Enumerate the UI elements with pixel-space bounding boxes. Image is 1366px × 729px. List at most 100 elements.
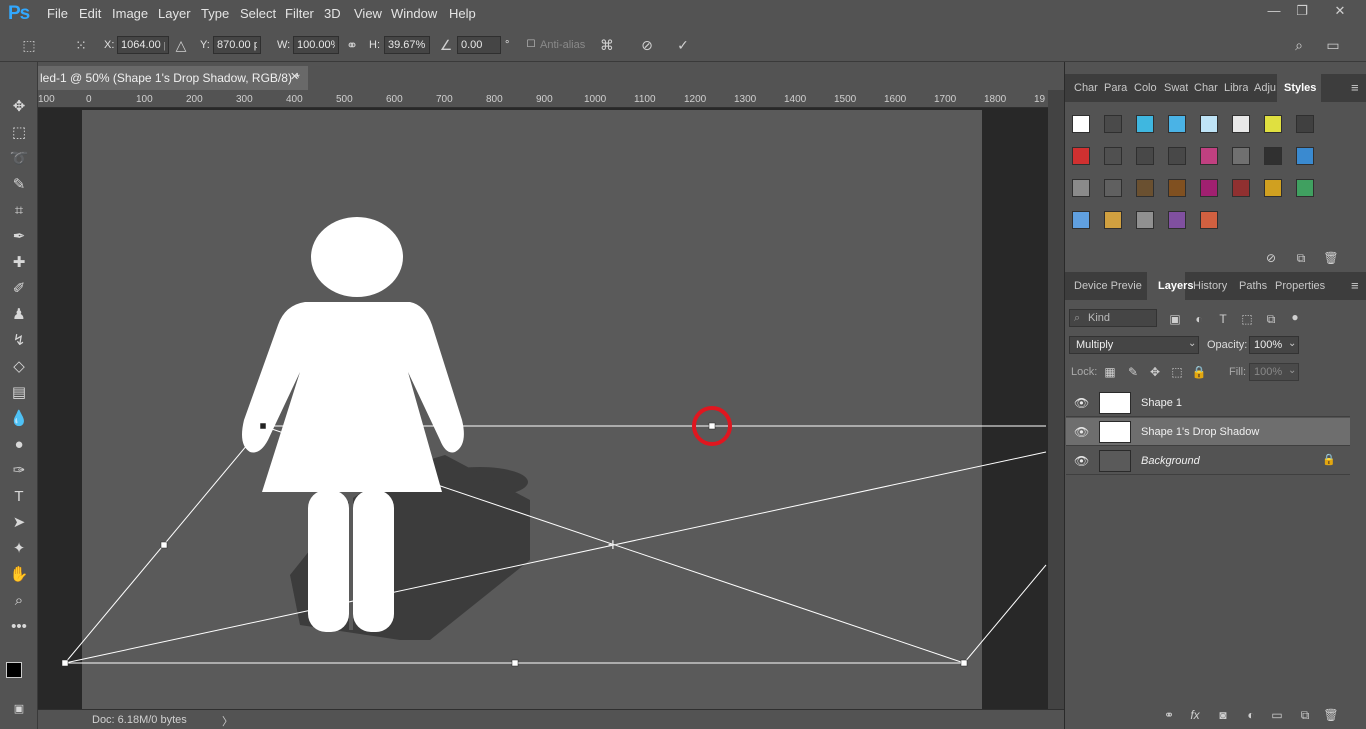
layer-thumbnail: [1099, 450, 1131, 472]
lock-all-icon[interactable]: 🔒: [1191, 364, 1207, 380]
layers-panel-menu-icon[interactable]: ≡: [1351, 278, 1359, 293]
new-adjustment-icon[interactable]: ◐: [1243, 707, 1259, 723]
adjustment-filter-icon[interactable]: ◐: [1191, 311, 1207, 327]
filter-toggle-icon[interactable]: ●: [1287, 309, 1303, 325]
style-swatch[interactable]: [1264, 147, 1282, 165]
fx-icon[interactable]: fx: [1187, 707, 1203, 723]
blend-mode-select[interactable]: Multiply ⌄: [1069, 336, 1199, 354]
style-swatch[interactable]: [1072, 147, 1090, 165]
new-layer-icon[interactable]: ⧉: [1297, 707, 1313, 723]
reference-point-icon: ✛: [608, 538, 618, 552]
style-swatch[interactable]: [1072, 179, 1090, 197]
new-style-icon[interactable]: ⧉: [1293, 250, 1309, 266]
opacity-value: 100%: [1254, 339, 1283, 351]
layer-name: Background: [1141, 455, 1200, 467]
tab-libraries[interactable]: Libra: [1224, 82, 1248, 94]
fill-label: Fill:: [1229, 366, 1247, 378]
visibility-eye-icon[interactable]: 👁: [1074, 396, 1089, 410]
tab-adjustments[interactable]: Adju: [1254, 82, 1278, 94]
vertical-scrollbar[interactable]: [1048, 90, 1064, 710]
lock-label: Lock:: [1071, 366, 1098, 378]
tab-layers[interactable]: Layers: [1158, 280, 1193, 292]
style-swatch[interactable]: [1136, 179, 1154, 197]
style-swatch[interactable]: [1104, 115, 1122, 133]
lock-artboard-icon[interactable]: ⬚: [1169, 364, 1185, 380]
tab-color[interactable]: Colo: [1134, 82, 1158, 94]
type-filter-icon[interactable]: T: [1215, 311, 1231, 327]
tab-swatches[interactable]: Swat: [1164, 82, 1188, 94]
kind-label: Kind: [1088, 312, 1111, 324]
style-swatch[interactable]: [1200, 179, 1218, 197]
style-swatch[interactable]: [1200, 115, 1218, 133]
clear-style-icon[interactable]: ⊘: [1263, 250, 1279, 266]
style-swatch[interactable]: [1072, 211, 1090, 229]
shape-filter-icon[interactable]: ⬚: [1239, 311, 1255, 327]
style-swatch[interactable]: [1168, 211, 1186, 229]
style-swatch[interactable]: [1200, 147, 1218, 165]
layer-name: Shape 1: [1141, 397, 1182, 409]
opacity-label: Opacity:: [1207, 339, 1248, 351]
style-swatch[interactable]: [1200, 211, 1218, 229]
delete-layer-icon[interactable]: 🗑: [1323, 707, 1339, 723]
link-layers-icon[interactable]: ⚭: [1161, 707, 1177, 723]
fill-value: 100%: [1254, 366, 1283, 378]
style-swatch[interactable]: [1232, 179, 1250, 197]
styles-panel-tabs: Char Para Colo Swat Char Libra Adju Styl…: [1065, 74, 1366, 102]
style-swatch[interactable]: [1136, 147, 1154, 165]
tab-styles[interactable]: Styles: [1284, 82, 1320, 94]
delete-style-icon[interactable]: 🗑: [1323, 250, 1339, 266]
layers-panel-tabs: Device Previe Layers History Paths Prope…: [1065, 272, 1366, 300]
tab-character[interactable]: Char: [1074, 82, 1098, 94]
transform-box[interactable]: [64, 425, 1047, 664]
style-swatch[interactable]: [1232, 147, 1250, 165]
opacity-chevron-icon: ⌄: [1288, 338, 1297, 349]
style-swatch[interactable]: [1104, 211, 1122, 229]
new-group-icon[interactable]: ▭: [1269, 707, 1285, 723]
style-swatch[interactable]: [1168, 179, 1186, 197]
style-swatch[interactable]: [1232, 115, 1250, 133]
add-mask-icon[interactable]: ◙: [1215, 707, 1231, 723]
tab-paths[interactable]: Paths: [1239, 280, 1267, 292]
layer-name: Shape 1's Drop Shadow: [1141, 426, 1260, 438]
opacity-field[interactable]: 100% ⌄: [1249, 336, 1299, 354]
tab-properties[interactable]: Properties: [1275, 280, 1325, 292]
status-bar: Doc: 6.18M/0 bytes 〉: [38, 709, 1064, 729]
lock-image-icon[interactable]: ✎: [1125, 364, 1141, 380]
document-status: Doc: 6.18M/0 bytes: [92, 714, 187, 726]
style-swatch[interactable]: [1296, 147, 1314, 165]
pixel-filter-icon[interactable]: ▣: [1167, 311, 1183, 327]
fill-chevron-icon: ⌄: [1288, 365, 1297, 376]
style-swatch[interactable]: [1296, 179, 1314, 197]
layer-row-background[interactable]: 👁 Background 🔒: [1066, 447, 1350, 475]
style-swatch[interactable]: [1296, 115, 1314, 133]
style-swatch[interactable]: [1104, 147, 1122, 165]
chevron-down-icon: ⌄: [1188, 338, 1197, 349]
panel-menu-icon[interactable]: ≡: [1351, 80, 1359, 95]
style-swatch[interactable]: [1072, 115, 1090, 133]
layer-row-shape1[interactable]: 👁 Shape 1: [1066, 389, 1350, 417]
kind-search-icon: ⌕: [1074, 312, 1081, 324]
tab-character-styles[interactable]: Char: [1194, 82, 1218, 94]
style-swatch[interactable]: [1264, 179, 1282, 197]
kind-filter-select[interactable]: ⌕ Kind: [1069, 309, 1157, 327]
style-swatch[interactable]: [1104, 179, 1122, 197]
style-swatch[interactable]: [1136, 115, 1154, 133]
tab-device-preview[interactable]: Device Previe: [1074, 280, 1144, 292]
style-swatch[interactable]: [1168, 147, 1186, 165]
tab-paragraph[interactable]: Para: [1104, 82, 1128, 94]
lock-position-icon[interactable]: ✥: [1147, 364, 1163, 380]
style-swatch[interactable]: [1264, 115, 1282, 133]
style-swatch[interactable]: [1136, 211, 1154, 229]
layer-thumbnail: [1099, 392, 1131, 414]
style-swatch[interactable]: [1168, 115, 1186, 133]
smart-object-filter-icon[interactable]: ⧉: [1263, 311, 1279, 327]
fill-field[interactable]: 100% ⌄: [1249, 363, 1299, 381]
visibility-eye-icon[interactable]: 👁: [1074, 425, 1089, 439]
visibility-eye-icon[interactable]: 👁: [1074, 454, 1089, 468]
lock-transparent-icon[interactable]: ▦: [1102, 364, 1118, 380]
status-menu-arrow-icon[interactable]: 〉: [222, 713, 233, 729]
tab-history[interactable]: History: [1193, 280, 1227, 292]
layer-row-drop-shadow[interactable]: 👁 Shape 1's Drop Shadow: [1066, 418, 1350, 446]
blend-mode-value: Multiply: [1076, 339, 1114, 351]
layer-lock-icon: 🔒: [1322, 454, 1336, 466]
